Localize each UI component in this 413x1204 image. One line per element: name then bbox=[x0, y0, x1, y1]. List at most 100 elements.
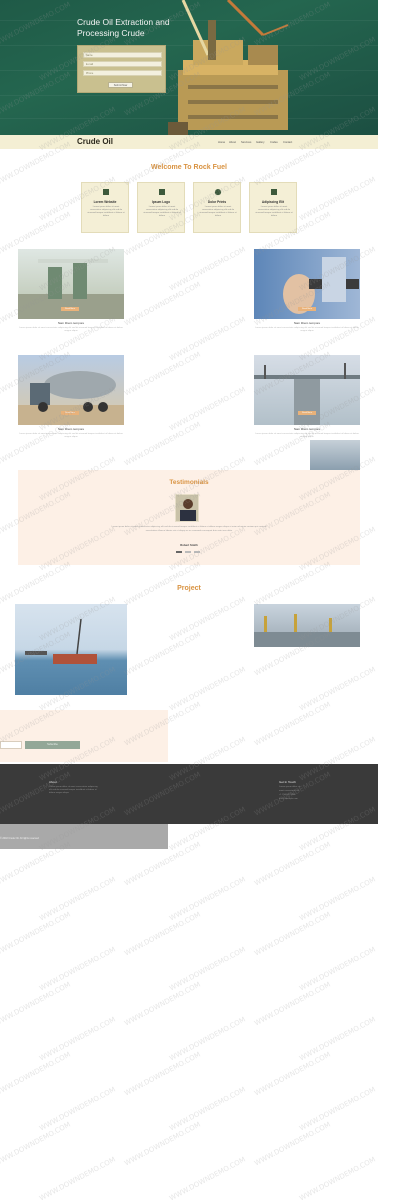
watermark-text: WWW.DOWNDEMO.COM bbox=[298, 945, 377, 993]
watermark-text: WWW.DOWNDEMO.COM bbox=[298, 1085, 377, 1133]
watermark-text: WWW.DOWNDEMO.COM bbox=[168, 245, 247, 293]
feature-card: Ipsum Logo Lorem ipsum dolor sit amet co… bbox=[137, 182, 185, 233]
newsletter-section bbox=[0, 710, 168, 762]
watermark-text: WWW.DOWNDEMO.COM bbox=[123, 350, 202, 398]
watermark-text: WWW.DOWNDEMO.COM bbox=[253, 910, 332, 958]
watermark-text: WWW.DOWNDEMO.COM bbox=[123, 280, 202, 328]
feature-desc: Lorem ipsum dolor sit amet consectetur a… bbox=[87, 206, 125, 217]
oil-rig-image bbox=[168, 0, 289, 135]
watermark-text: WWW.DOWNDEMO.COM bbox=[253, 560, 332, 608]
port-cranes-image bbox=[254, 604, 360, 647]
watermark-text: WWW.DOWNDEMO.COM bbox=[298, 175, 377, 223]
flame-icon bbox=[215, 189, 221, 195]
watermark-text: WWW.DOWNDEMO.COM bbox=[298, 665, 377, 713]
service-desc: Lorem ipsum dolor sit amet consectetur a… bbox=[255, 327, 359, 332]
dredger-ship-image bbox=[15, 604, 127, 695]
watermark-text: WWW.DOWNDEMO.COM bbox=[123, 1050, 202, 1098]
watermark-text: WWW.DOWNDEMO.COM bbox=[298, 875, 377, 923]
navbar bbox=[0, 135, 378, 149]
avatar bbox=[175, 494, 199, 522]
watermark-text: WWW.DOWNDEMO.COM bbox=[168, 1155, 247, 1203]
feature-desc: Lorem ipsum dolor sit amet consectetur a… bbox=[143, 206, 181, 217]
testimonial-quote: Lorem ipsum dolor sit amet consectetur a… bbox=[111, 526, 267, 532]
nav-link-contact[interactable]: Contact bbox=[283, 141, 292, 144]
hero-banner bbox=[0, 0, 378, 135]
factory-icon bbox=[103, 189, 109, 195]
watermark-text: WWW.DOWNDEMO.COM bbox=[0, 560, 72, 608]
watermark-text: WWW.DOWNDEMO.COM bbox=[38, 1155, 117, 1203]
submit-button[interactable]: Submit Now bbox=[108, 82, 133, 88]
watermark-text: WWW.DOWNDEMO.COM bbox=[253, 840, 332, 888]
watermark-text: WWW.DOWNDEMO.COM bbox=[0, 1120, 72, 1168]
testimonials-heading: Testimonials bbox=[169, 479, 209, 486]
nav-link-services[interactable]: Services bbox=[241, 141, 251, 144]
project-heading: Project bbox=[177, 585, 201, 592]
slider-dot[interactable] bbox=[176, 551, 182, 553]
bar-chart-icon bbox=[159, 189, 165, 195]
email-input[interactable]: E-mail bbox=[83, 61, 162, 67]
name-input[interactable]: Name bbox=[83, 52, 162, 58]
service-desc: Lorem ipsum dolor sit amet consectetur a… bbox=[255, 433, 359, 438]
watermark-text: WWW.DOWNDEMO.COM bbox=[38, 1015, 117, 1063]
feature-desc: Lorem ipsum dolor sit amet consectetur a… bbox=[255, 206, 293, 217]
footer-email[interactable]: info@example.com bbox=[279, 798, 298, 801]
footer-contact-line: Lorem ipsum dolor sit bbox=[279, 786, 300, 788]
watermark-text: WWW.DOWNDEMO.COM bbox=[0, 980, 72, 1028]
watermark-text: WWW.DOWNDEMO.COM bbox=[0, 1050, 72, 1098]
brand-logo[interactable]: Crude Oil bbox=[77, 137, 113, 146]
feature-card: Dolor Prints Lorem ipsum dolor sit amet … bbox=[193, 182, 241, 233]
watermark-text: WWW.DOWNDEMO.COM bbox=[123, 1120, 202, 1168]
watermark-text: WWW.DOWNDEMO.COM bbox=[123, 910, 202, 958]
slider-dot[interactable] bbox=[185, 551, 191, 553]
watermark-text: WWW.DOWNDEMO.COM bbox=[253, 980, 332, 1028]
newsletter-email-input[interactable] bbox=[0, 741, 22, 749]
footer-contact-line: amet consectetur elit bbox=[279, 790, 300, 792]
feature-title: Ipsum Logo bbox=[151, 200, 171, 204]
feature-title: Dolor Prints bbox=[207, 200, 227, 204]
square-icon bbox=[271, 189, 277, 195]
watermark-text: WWW.DOWNDEMO.COM bbox=[298, 1155, 377, 1203]
slider-dot[interactable] bbox=[194, 551, 200, 553]
nav-link-about[interactable]: About bbox=[229, 141, 236, 144]
watermark-text: WWW.DOWNDEMO.COM bbox=[168, 315, 247, 363]
watermark-text: WWW.DOWNDEMO.COM bbox=[168, 595, 247, 643]
service-desc: Lorem ipsum dolor sit amet consectetur a… bbox=[19, 433, 123, 438]
service-title: Nam libero tempore bbox=[57, 321, 85, 325]
read-more-button[interactable]: Read More bbox=[298, 411, 316, 415]
watermark-text: WWW.DOWNDEMO.COM bbox=[38, 945, 117, 993]
watermark-text: WWW.DOWNDEMO.COM bbox=[253, 700, 332, 748]
watermark-text: WWW.DOWNDEMO.COM bbox=[38, 875, 117, 923]
feature-title: Adipiscing Elit bbox=[261, 200, 285, 204]
nav-link-home[interactable]: Home bbox=[218, 141, 225, 144]
watermark-text: WWW.DOWNDEMO.COM bbox=[123, 420, 202, 468]
feature-card: Adipiscing Elit Lorem ipsum dolor sit am… bbox=[249, 182, 297, 233]
footer-about-title: About bbox=[49, 780, 57, 784]
feature-card: Lorem Website Lorem ipsum dolor sit amet… bbox=[81, 182, 129, 233]
subscribe-button[interactable]: Subscribe bbox=[25, 741, 80, 749]
service-title: Nam libero tempore bbox=[57, 427, 85, 431]
phone-input[interactable]: Phone bbox=[83, 70, 162, 76]
read-more-button[interactable]: Read More bbox=[61, 307, 79, 311]
watermark-text: WWW.DOWNDEMO.COM bbox=[38, 1085, 117, 1133]
service-title: Nam libero tempore bbox=[293, 427, 321, 431]
read-more-button[interactable]: Read More bbox=[298, 307, 316, 311]
watermark-text: WWW.DOWNDEMO.COM bbox=[123, 630, 202, 678]
nav-link-codes[interactable]: Codes bbox=[270, 141, 278, 144]
watermark-text: WWW.DOWNDEMO.COM bbox=[253, 1050, 332, 1098]
feature-title: Lorem Website bbox=[93, 200, 117, 204]
feature-desc: Lorem ipsum dolor sit amet consectetur a… bbox=[199, 206, 237, 217]
footer-contact-title: Get In Touch bbox=[279, 780, 296, 784]
service-title: Nam libero tempore bbox=[293, 321, 321, 325]
watermark-text: WWW.DOWNDEMO.COM bbox=[168, 385, 247, 433]
footer-about-text: Lorem ipsum dolor sit amet consectetur a… bbox=[49, 786, 98, 795]
nav-link-gallery[interactable]: Gallery bbox=[256, 141, 265, 144]
watermark-text: WWW.DOWNDEMO.COM bbox=[298, 1015, 377, 1063]
watermark-text: WWW.DOWNDEMO.COM bbox=[168, 665, 247, 713]
quote-form: Name E-mail Phone Submit Now bbox=[77, 45, 166, 93]
read-more-button[interactable]: Read More bbox=[61, 411, 79, 415]
testimonial-author: Robert Smith bbox=[180, 543, 198, 547]
footer-phone[interactable]: +1 234 567 8900 bbox=[279, 794, 295, 797]
watermark-text: WWW.DOWNDEMO.COM bbox=[253, 1120, 332, 1168]
watermark-text: WWW.DOWNDEMO.COM bbox=[168, 945, 247, 993]
footer: About Lorem ipsum dolor sit amet consect… bbox=[0, 764, 378, 824]
